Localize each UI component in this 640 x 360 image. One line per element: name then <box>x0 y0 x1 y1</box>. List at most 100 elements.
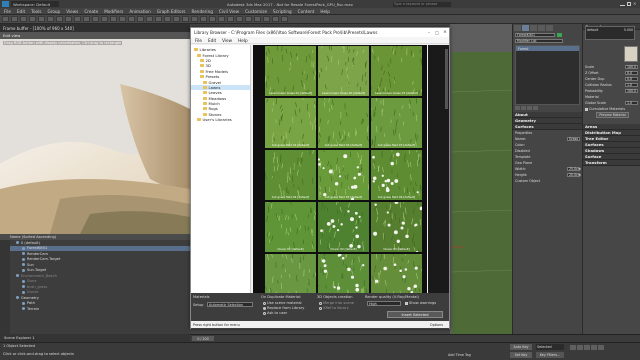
show-end-result-icon[interactable] <box>521 106 526 110</box>
preset-thumbnail[interactable]: Lawnmower Grass 02 [default] <box>318 46 369 96</box>
preset-thumbnail[interactable]: Lawnmower Grass 01 [default] <box>265 46 316 96</box>
use-pivot-center-icon[interactable] <box>128 16 135 22</box>
object-name-field[interactable]: ForestKit01 <box>515 32 555 38</box>
preset-thumbnail[interactable] <box>318 254 369 293</box>
go-to-end-icon[interactable] <box>598 345 604 350</box>
menu-item-content[interactable]: Content <box>298 9 315 14</box>
forest-param-spinner[interactable]: 100.0 <box>625 64 638 70</box>
show-warnings-option[interactable]: Show warnings <box>405 301 436 305</box>
preset-thumbnail[interactable]: Cut grass field 05 [default] <box>318 150 369 200</box>
preset-thumbnail[interactable]: Cut grass field 02 [default] <box>318 98 369 148</box>
mirror-icon[interactable] <box>200 16 207 22</box>
named-selection-sets-icon[interactable] <box>191 16 198 22</box>
param-value-field[interactable]: Grass <box>567 136 580 142</box>
replace-from-library-option[interactable]: Replace from Library <box>263 306 304 310</box>
menu-item-graph-editors[interactable]: Graph Editors <box>157 9 186 14</box>
toggle-scene-explorer-icon[interactable] <box>218 16 225 22</box>
visibility-eye-icon[interactable] <box>22 279 25 283</box>
hierarchy-tab-icon[interactable] <box>530 25 537 31</box>
dialog-minimize-icon[interactable]: – <box>425 30 433 35</box>
timeline-slider[interactable]: 0 / 100 <box>190 334 640 342</box>
menu-item-customize[interactable]: Customize <box>245 9 267 14</box>
selected-dropdown[interactable]: Selected <box>536 344 564 350</box>
key-filters-button[interactable]: Key Filters... <box>536 352 564 358</box>
merge-scene-radio[interactable] <box>319 301 322 305</box>
use-scene-material-option[interactable]: Use scene material <box>263 301 302 305</box>
select-by-name-icon[interactable] <box>65 16 72 22</box>
menu-item-animation[interactable]: Animation <box>129 9 150 14</box>
preset-thumbnail[interactable]: Clover 02 [default] <box>318 202 369 252</box>
thumbnail-scrollbar[interactable] <box>428 45 449 293</box>
param-value-field[interactable]: 20.0cm <box>567 172 581 178</box>
close-icon[interactable]: × <box>633 2 637 6</box>
modify-tab-icon[interactable] <box>522 25 529 31</box>
menu-item-views[interactable]: Views <box>66 9 78 14</box>
select-and-rotate-icon[interactable] <box>101 16 108 22</box>
use-scene-radio[interactable] <box>263 301 266 305</box>
motion-tab-icon[interactable] <box>538 25 545 31</box>
display-tab-icon[interactable] <box>546 25 553 31</box>
rectangular-selection-icon[interactable] <box>74 16 81 22</box>
visibility-eye-icon[interactable] <box>22 257 25 261</box>
align-icon[interactable] <box>209 16 216 22</box>
geometry-list-item[interactable]: default 5.000 <box>585 26 635 40</box>
preset-thumbnail[interactable]: Clover 01 [default] <box>265 202 316 252</box>
visibility-eye-icon[interactable] <box>22 268 25 272</box>
minimize-icon[interactable] <box>620 5 625 6</box>
dialog-menu-view[interactable]: View <box>222 38 232 43</box>
merge-into-scene-option[interactable]: Merge into scene <box>319 301 354 305</box>
maximize-icon[interactable] <box>627 2 631 6</box>
rendered-frame-window-icon[interactable] <box>272 16 279 22</box>
menu-item-modifiers[interactable]: Modifiers <box>104 9 123 14</box>
visibility-eye-icon[interactable] <box>22 307 25 311</box>
keyboard-shortcut-override-icon[interactable] <box>146 16 153 22</box>
xref-radio[interactable] <box>319 306 322 310</box>
preset-thumbnail[interactable]: Cut grass field 03 [default] <box>371 98 422 148</box>
select-object-icon[interactable] <box>56 16 63 22</box>
menu-item-rendering[interactable]: Rendering <box>192 9 213 14</box>
preset-thumbnail[interactable]: Lawnmower Grass 03 [default] <box>371 46 422 96</box>
frame-buffer-subtitle[interactable]: Edit view <box>3 33 20 38</box>
selection-filter-icon[interactable] <box>47 16 54 22</box>
replace-library-radio[interactable] <box>263 306 266 310</box>
insert-selected-button[interactable]: Insert Selected <box>387 311 443 318</box>
visibility-eye-icon[interactable] <box>22 246 25 250</box>
show-warnings-checkbox[interactable] <box>405 301 408 305</box>
menu-item-help[interactable]: Help <box>320 9 330 14</box>
render-quality-dropdown[interactable]: High <box>367 301 401 306</box>
forest-param-spinner[interactable]: 0.0 <box>625 76 638 82</box>
visibility-eye-icon[interactable] <box>22 301 25 305</box>
spinner-snap-icon[interactable] <box>182 16 189 22</box>
menu-item-create[interactable]: Create <box>84 9 98 14</box>
visibility-eye-icon[interactable] <box>22 252 25 256</box>
dialog-close-icon[interactable]: × <box>441 30 449 35</box>
render-setup-icon[interactable] <box>263 16 270 22</box>
schematic-view-icon[interactable] <box>245 16 252 22</box>
scene-tree-row[interactable]: Terrain <box>10 306 190 312</box>
link-icon[interactable] <box>20 16 27 22</box>
preset-thumbnail[interactable]: Cut grass field 06 [default] <box>371 150 422 200</box>
play-icon[interactable] <box>584 345 590 350</box>
make-unique-icon[interactable] <box>527 106 532 110</box>
dialog-menu-help[interactable]: Help <box>238 38 248 43</box>
window-crossing-icon[interactable] <box>83 16 90 22</box>
remove-modifier-icon[interactable] <box>533 106 538 110</box>
percent-snap-icon[interactable] <box>173 16 180 22</box>
previous-frame-icon[interactable] <box>577 345 583 350</box>
dialog-menu-edit[interactable]: Edit <box>208 38 216 43</box>
menu-item-scripting[interactable]: Scripting <box>273 9 292 14</box>
reference-coordinate-icon[interactable] <box>119 16 126 22</box>
workspace-selector[interactable]: Workspace: Default <box>11 1 59 7</box>
create-tab-icon[interactable] <box>514 25 521 31</box>
library-tree-item[interactable]: User's Libraries <box>191 117 250 122</box>
preview-material-button[interactable]: Preview Material <box>596 112 629 118</box>
forest-param-spinner[interactable]: 1.0 <box>625 100 638 106</box>
menu-item-tools[interactable]: Tools <box>31 9 41 14</box>
scene-explorer-label[interactable]: Scene Explorer 1 <box>4 336 35 340</box>
visibility-eye-icon[interactable] <box>16 241 19 245</box>
rollout-header-transform[interactable]: Transform <box>583 160 640 166</box>
preset-thumbnail[interactable]: Cut grass field 04 [default] <box>265 150 316 200</box>
visibility-eye-icon[interactable] <box>16 296 19 300</box>
select-and-move-icon[interactable] <box>92 16 99 22</box>
setup-dropdown[interactable]: Automatic Selection <box>207 302 253 307</box>
